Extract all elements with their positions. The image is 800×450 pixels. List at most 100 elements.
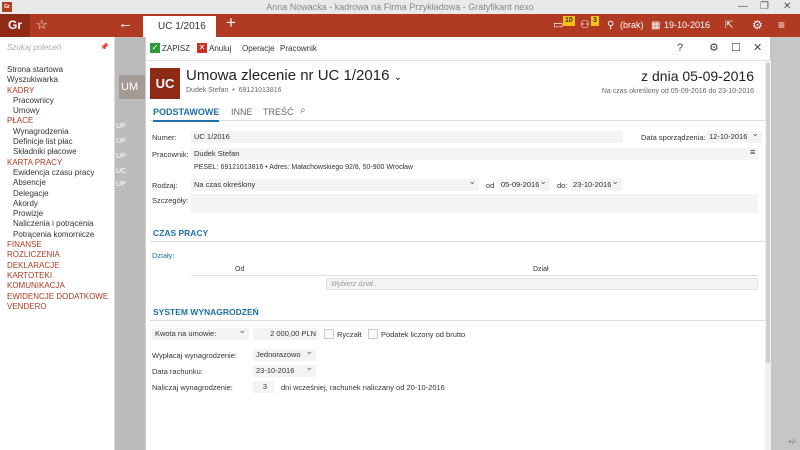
current-date[interactable]: 19-10-2016 xyxy=(664,14,710,37)
check-icon: ✓ xyxy=(150,43,160,53)
sidebar-item[interactable]: KARTOTEKI xyxy=(0,271,115,281)
calendar-icon[interactable]: ▦ xyxy=(651,14,660,37)
top-bar: Gr ☆ ← UC 1/2016 + ▭ 10 ⚇ 3 ⚲ (brak) ▦ 1… xyxy=(0,13,800,37)
type-select[interactable]: Na czas określony xyxy=(191,179,479,191)
gross-tax-checkbox[interactable] xyxy=(368,329,378,339)
attachment-icon[interactable]: ⌕ xyxy=(300,105,306,116)
restore-button[interactable]: ❐ xyxy=(760,0,769,13)
search-commands-input[interactable]: Szukaj poleceń xyxy=(7,43,61,52)
sidebar-item[interactable]: DEKLARACJE xyxy=(0,261,115,271)
sidebar-item[interactable]: Wynagrodzenia xyxy=(0,127,115,137)
chevron-down-icon[interactable]: ⌄ xyxy=(394,72,402,83)
sidebar-item[interactable]: Składniki płacowe xyxy=(0,147,115,157)
sidebar-item[interactable]: Strona startowa xyxy=(0,65,115,75)
export-icon[interactable]: ⇱ xyxy=(725,14,733,37)
from-date-picker[interactable]: 05-09-2016 xyxy=(498,179,550,191)
document-period: Na czas określony od 05-09-2016 do 23-10… xyxy=(601,88,754,95)
background-right-panel: +/- xyxy=(770,37,800,450)
window-title: Anna Nowacka - kadrowa na Firma Przykład… xyxy=(266,2,534,12)
amount-field[interactable]: 2 000,00 PLN xyxy=(253,328,319,340)
minimize-button[interactable]: — xyxy=(738,0,748,13)
sidebar-item[interactable]: PŁACE xyxy=(0,116,115,126)
sidebar-item[interactable]: Absencje xyxy=(0,178,115,188)
help-icon[interactable]: ? xyxy=(677,42,683,54)
employee-field[interactable]: Dudek Stefan xyxy=(191,148,758,160)
close-icon[interactable]: ✕ xyxy=(753,42,762,54)
sidebar: Szukaj poleceń 📌 Strona startowa Wyszukiw… xyxy=(0,37,115,450)
section-divider xyxy=(150,241,765,242)
sidebar-item[interactable]: Wyszukiwarka xyxy=(0,75,115,85)
document-tabs: PODSTAWOWE INNE TREŚĆ ⌕ xyxy=(150,105,765,122)
department-select[interactable]: Wybierz dział... xyxy=(326,278,758,290)
document-title[interactable]: Umowa zlecenie nr UC 1/2016 ⌄ xyxy=(186,67,402,84)
sidebar-item[interactable]: KARTA PRACY xyxy=(0,158,115,168)
tab-uc-1-2016[interactable]: UC 1/2016 xyxy=(143,16,216,37)
plus-minus-label[interactable]: +/- xyxy=(788,439,796,446)
calc-description: dni wcześniej, rachunek naliczany od 20-… xyxy=(281,383,445,392)
section-divider xyxy=(150,320,765,321)
scrollbar-thumb[interactable] xyxy=(766,63,770,363)
employee-menu-icon[interactable]: ≡ xyxy=(750,147,755,157)
scrollbar[interactable] xyxy=(765,61,771,450)
sidebar-item[interactable]: KADRY xyxy=(0,86,115,96)
cancel-button[interactable]: ✕ Anuluj xyxy=(197,43,231,54)
to-date-picker[interactable]: 23-10-2016 xyxy=(570,179,622,191)
background-row: UP xyxy=(116,181,126,188)
sidebar-item[interactable]: Naliczenia i potrącenia xyxy=(0,219,115,229)
document-subtitle: Dudek Stefan • 69121013816 xyxy=(186,87,282,94)
tab-tresc[interactable]: TREŚĆ xyxy=(263,107,294,117)
pin-icon[interactable]: 📌 xyxy=(100,43,109,51)
messages-icon[interactable]: ▭ xyxy=(553,14,563,37)
sidebar-item[interactable]: VENDERO xyxy=(0,302,115,312)
payout-select[interactable]: Jednorazowo xyxy=(253,349,316,361)
maximize-icon[interactable]: ☐ xyxy=(731,42,741,54)
users-icon[interactable]: ⚇ xyxy=(580,14,590,37)
sidebar-item[interactable]: Delegacje xyxy=(0,189,115,199)
window-titlebar: Gr Anna Nowacka - kadrowa na Firma Przyk… xyxy=(0,0,800,14)
favorites-star-icon[interactable]: ☆ xyxy=(36,17,48,33)
sidebar-item[interactable]: Potrącenia komornicze xyxy=(0,230,115,240)
save-button[interactable]: ✓ ZAPISZ xyxy=(150,43,190,54)
amount-type-select[interactable]: Kwota na umowie: xyxy=(152,328,249,340)
app-icon: Gr xyxy=(2,2,12,12)
sidebar-item[interactable]: Definicje list płac xyxy=(0,137,115,147)
settings-gear-icon[interactable]: ⚙ xyxy=(709,42,719,54)
sidebar-item[interactable]: KOMUNIKACJA xyxy=(0,281,115,291)
back-arrow-icon[interactable]: ← xyxy=(118,15,133,32)
number-label: Numer: xyxy=(152,133,177,142)
salary-section-title: SYSTEM WYNAGRODZEŃ xyxy=(153,307,259,317)
sidebar-item[interactable]: Ewidencja czasu pracy xyxy=(0,168,115,178)
app-logo[interactable]: Gr xyxy=(0,14,30,37)
document-toolbar: ✓ ZAPISZ ✕ Anuluj Operacje Pracownik ? ⚙ ☐… xyxy=(146,37,771,61)
document-title-text: Umowa zlecenie nr UC 1/2016 xyxy=(186,67,390,84)
from-label: od xyxy=(486,181,495,190)
creation-date-picker[interactable]: 12-10-2016 xyxy=(706,131,762,143)
sidebar-item[interactable]: Pracownicy xyxy=(0,96,115,106)
settings-gear-icon[interactable]: ⚙ xyxy=(752,14,763,37)
user-label[interactable]: (brak) xyxy=(620,14,644,37)
cancel-x-icon: ✕ xyxy=(197,43,207,53)
sidebar-item[interactable]: Akordy xyxy=(0,199,115,209)
sidebar-item[interactable]: Umowy xyxy=(0,106,115,116)
operations-menu[interactable]: Operacje xyxy=(242,43,274,54)
tab-podstawowe[interactable]: PODSTAWOWE xyxy=(153,107,220,122)
tab-inne[interactable]: INNE xyxy=(231,107,253,117)
menu-icon[interactable]: ≡ xyxy=(778,14,785,37)
close-window-button[interactable]: ✕ xyxy=(783,0,791,13)
lump-sum-checkbox[interactable] xyxy=(324,329,334,339)
details-textarea[interactable] xyxy=(191,194,758,213)
number-field[interactable]: UC 1/2016 xyxy=(191,131,623,143)
new-tab-plus-icon[interactable]: + xyxy=(226,13,236,33)
sidebar-item[interactable]: Prowizje xyxy=(0,209,115,219)
document-type-icon: UC xyxy=(150,68,180,99)
calc-days-stepper[interactable]: 3 xyxy=(253,381,274,393)
employee-details: PESEL: 69121013816 • Adres: Małachowskie… xyxy=(194,164,414,171)
sidebar-item[interactable]: FINANSE xyxy=(0,240,115,250)
employee-menu[interactable]: Pracownik xyxy=(280,43,317,54)
sidebar-item[interactable]: ROZLICZENIA xyxy=(0,250,115,260)
background-row: UP xyxy=(116,138,126,145)
to-label: do: xyxy=(557,181,568,190)
bill-date-picker[interactable]: 23-10-2016 xyxy=(253,365,316,377)
sidebar-item[interactable]: EWIDENCJE DODATKOWE xyxy=(0,292,115,302)
user-icon[interactable]: ⚲ xyxy=(607,14,614,37)
